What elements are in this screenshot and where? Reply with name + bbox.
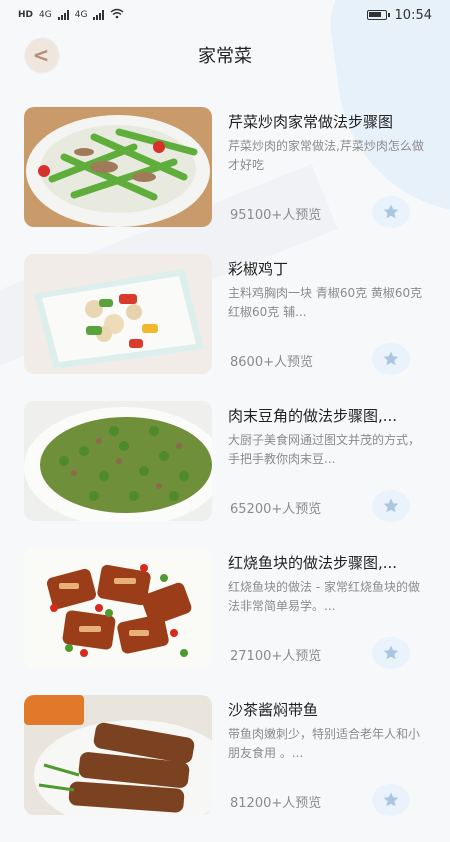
star-icon	[383, 498, 399, 513]
recipe-description: 主料鸡胸肉一块 青椒60克 黄椒60克 红椒60克 辅...	[228, 286, 423, 319]
recipe-image	[24, 401, 212, 521]
recipe-card[interactable]: 肉末豆角的做法步骤图,... 大厨子美食网通过图文并茂的方式，手把手教你肉末豆.…	[24, 401, 426, 548]
net-type-2: 4G	[74, 10, 88, 20]
signal-icon-2	[93, 10, 105, 20]
recipe-description: 红烧鱼块的做法 - 家常红烧鱼块的做法非常简单易学。...	[228, 580, 420, 613]
recipe-description: 芹菜炒肉的家常做法,芹菜炒肉怎么做才好吃	[228, 139, 424, 172]
clock: 10:54	[394, 7, 432, 23]
recipe-card[interactable]: 红烧鱼块的做法步骤图,... 红烧鱼块的做法 - 家常红烧鱼块的做法非常简单易学…	[24, 548, 426, 695]
star-icon	[383, 204, 399, 219]
view-count: 95100+人预览	[230, 208, 322, 223]
recipe-card[interactable]: 沙茶酱焖带鱼 带鱼肉嫩刺少，特别适合老年人和小朋友食用 。... 81200+人…	[24, 695, 426, 842]
recipe-info: 肉末豆角的做法步骤图,... 大厨子美食网通过图文并茂的方式，手把手教你肉末豆.…	[228, 405, 426, 469]
signal-icon	[57, 10, 69, 20]
recipe-description: 带鱼肉嫩刺少，特别适合老年人和小朋友食用 。...	[228, 727, 421, 760]
recipe-image	[24, 254, 212, 374]
recipe-info: 红烧鱼块的做法步骤图,... 红烧鱼块的做法 - 家常红烧鱼块的做法非常简单易学…	[228, 552, 426, 616]
favorite-button[interactable]	[372, 196, 410, 228]
recipe-title: 红烧鱼块的做法步骤图,...	[228, 554, 398, 572]
favorite-button[interactable]	[372, 637, 410, 669]
view-count: 81200+人预览	[230, 796, 322, 811]
view-count: 8600+人预览	[230, 355, 313, 370]
wifi-icon	[110, 8, 124, 22]
net-type-1: 4G	[39, 10, 52, 20]
recipe-image	[24, 107, 212, 227]
page-title: 家常菜	[198, 46, 252, 67]
top-bar: < 家常菜	[0, 32, 450, 76]
status-indicators: HD 4G 4G	[18, 8, 124, 22]
recipe-info: 沙茶酱焖带鱼 带鱼肉嫩刺少，特别适合老年人和小朋友食用 。...	[228, 699, 426, 763]
favorite-button[interactable]	[372, 490, 410, 522]
recipe-title: 肉末豆角的做法步骤图,...	[228, 407, 398, 425]
view-count: 65200+人预览	[230, 502, 322, 517]
hd-indicator: HD	[18, 10, 34, 20]
recipe-title: 芹菜炒肉家常做法步骤图	[228, 113, 394, 131]
favorite-button[interactable]	[372, 784, 410, 816]
star-icon	[383, 645, 399, 660]
recipe-list: 芹菜炒肉家常做法步骤图 芹菜炒肉的家常做法,芹菜炒肉怎么做才好吃 95100+人…	[24, 107, 426, 842]
recipe-info: 彩椒鸡丁 主料鸡胸肉一块 青椒60克 黄椒60克 红椒60克 辅...	[228, 258, 426, 322]
status-bar: HD 4G 4G 10:54	[0, 0, 450, 30]
view-count: 27100+人预览	[230, 649, 322, 664]
recipe-image	[24, 548, 212, 668]
star-icon	[383, 351, 399, 366]
recipe-card[interactable]: 芹菜炒肉家常做法步骤图 芹菜炒肉的家常做法,芹菜炒肉怎么做才好吃 95100+人…	[24, 107, 426, 254]
recipe-title: 沙茶酱焖带鱼	[228, 701, 319, 719]
recipe-image	[24, 695, 212, 815]
status-right: 10:54	[366, 7, 432, 23]
recipe-description: 大厨子美食网通过图文并茂的方式，手把手教你肉末豆...	[228, 433, 421, 466]
star-icon	[383, 792, 399, 807]
recipe-title: 彩椒鸡丁	[228, 260, 289, 278]
recipe-info: 芹菜炒肉家常做法步骤图 芹菜炒肉的家常做法,芹菜炒肉怎么做才好吃	[228, 111, 426, 175]
recipe-card[interactable]: 彩椒鸡丁 主料鸡胸肉一块 青椒60克 黄椒60克 红椒60克 辅... 8600…	[24, 254, 426, 401]
favorite-button[interactable]	[372, 343, 410, 375]
battery-icon	[366, 10, 390, 20]
